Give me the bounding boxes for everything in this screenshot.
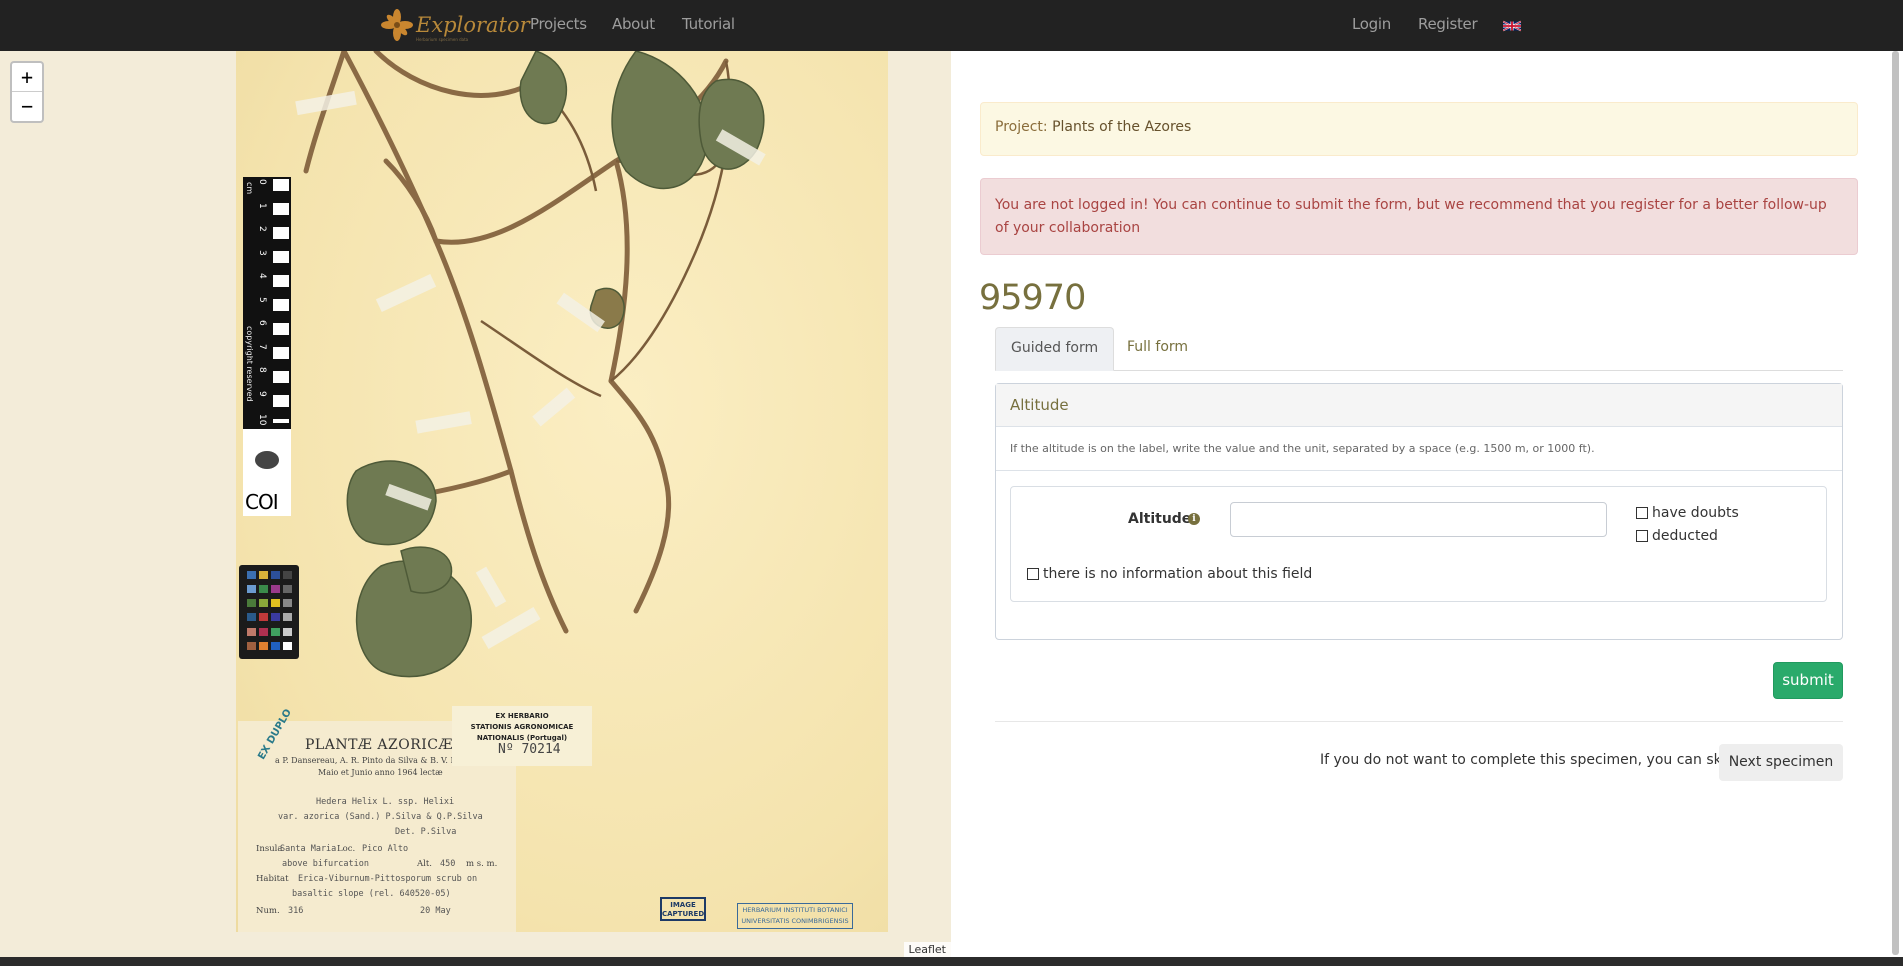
brand-name: Explorator Herbarium specimen data: [416, 12, 530, 42]
nav-about[interactable]: About: [612, 15, 655, 33]
leaflet-attribution-link[interactable]: Leaflet: [903, 942, 951, 957]
project-name-link[interactable]: Plants of the Azores: [1052, 119, 1191, 135]
zoom-in-button[interactable]: +: [12, 63, 42, 92]
label-number-field: Num.: [256, 906, 280, 916]
label-habitat: Erica-Viburnum-Pittosporum scrub on: [298, 874, 478, 884]
label-collectors: a P. Dansereau, A. R. Pinto da Silva & B…: [275, 756, 480, 765]
top-navbar: Explorator Herbarium specimen data Proje…: [0, 0, 1903, 51]
no-information-checkbox[interactable]: there is no information about this field: [1027, 566, 1312, 582]
scale-number: 0: [257, 179, 267, 185]
scale-number: 7: [257, 343, 267, 350]
bottom-bar: [0, 957, 1903, 966]
institution-tag: COI: [243, 429, 291, 516]
tab-guided-form[interactable]: Guided form: [995, 327, 1115, 371]
checkbox-label: there is no information about this field: [1043, 566, 1313, 582]
deducted-checkbox[interactable]: deducted: [1636, 528, 1718, 544]
skip-text: If you do not want to complete this spec…: [1320, 752, 1754, 768]
brand-logo[interactable]: Explorator Herbarium specimen data: [380, 5, 530, 45]
divider: [995, 721, 1843, 722]
zoom-control: + −: [10, 61, 44, 123]
label-number: 316: [288, 906, 304, 916]
label-altitude-unit: m s. m.: [466, 859, 498, 869]
ex-herbario-line: EX HERBARIO: [495, 712, 549, 720]
specimen-id-heading: 95970: [979, 278, 1086, 318]
scale-bar: [273, 179, 289, 423]
checkbox-box[interactable]: [1027, 568, 1039, 580]
brand-subtitle: Herbarium specimen data: [416, 36, 469, 42]
panel-help-text: If the altitude is on the label, write t…: [996, 427, 1842, 471]
scale-number: 1: [257, 202, 267, 209]
label-field-name: Insula: [256, 844, 283, 854]
herbarium-stamp-line: UNIVERSITATIS CONIMBRIGENSIS: [741, 917, 849, 925]
label-habitat-detail: basaltic slope (rel. 640520-05): [292, 889, 451, 899]
checkbox-box[interactable]: [1636, 507, 1648, 519]
scale-unit-label: cm: [245, 182, 254, 195]
scale-number: 9: [257, 390, 267, 397]
nav-login[interactable]: Login: [1352, 15, 1391, 33]
scrollbar-thumb[interactable]: [1892, 51, 1899, 955]
label-collection-date: 20 May: [420, 906, 451, 916]
institution-code: COI: [245, 490, 279, 514]
ex-herbario-number: Nº 70214: [498, 742, 561, 757]
submit-button[interactable]: submit: [1773, 662, 1843, 699]
image-captured-stamp: IMAGE CAPTURED: [660, 897, 706, 921]
label-locality: Pico Alto: [362, 844, 409, 854]
checkbox-label: deducted: [1652, 528, 1718, 544]
nav-register[interactable]: Register: [1418, 15, 1478, 33]
scale-number: 6: [257, 320, 267, 326]
scale-number: 4: [257, 273, 267, 279]
altitude-input[interactable]: [1230, 502, 1607, 537]
specimen-map-viewer[interactable]: copyright reserved cm 0 1 2 3 4 5 6 7 8 …: [0, 51, 951, 957]
scale-copyright-label: copyright reserved: [245, 326, 254, 402]
label-title: PLANTÆ AZORICÆ: [305, 737, 453, 753]
altitude-label: Altitude: [1128, 511, 1192, 527]
scale-number: 5: [257, 296, 267, 303]
zoom-out-button[interactable]: −: [12, 92, 42, 121]
herbarium-stamp-line: HERBARIUM INSTITUTI BOTANICI: [742, 906, 848, 914]
scale-number: 3: [257, 249, 267, 256]
ex-herbario-line: NATIONALIS (Portugal): [476, 734, 568, 742]
ex-herbario-line: STATIONIS AGRONOMICAE: [470, 723, 574, 731]
have-doubts-checkbox[interactable]: have doubts: [1636, 505, 1739, 521]
tab-full-form[interactable]: Full form: [1112, 327, 1203, 371]
herbarium-stamp: HERBARIUM INSTITUTI BOTANICI UNIVERSITAT…: [737, 903, 853, 929]
label-date: Maio et Junio anno 1964 lectæ: [318, 768, 443, 777]
label-altitude-value: 450: [440, 859, 456, 869]
scale-number: 2: [257, 226, 267, 232]
project-alert: Project: Plants of the Azores: [980, 102, 1858, 156]
label-variety: var. azorica (Sand.) P.Silva & Q.P.Silva: [278, 812, 483, 822]
label-field-name: Loc.: [337, 844, 356, 854]
checkbox-label: have doubts: [1652, 505, 1739, 521]
label-determiner: Det. P.Silva: [395, 827, 457, 837]
nav-projects[interactable]: Projects: [530, 15, 587, 33]
ex-herbario-stamp: EX HERBARIO STATIONIS AGRONOMICAE NATION…: [452, 706, 592, 766]
label-altitude-field: Alt.: [417, 859, 432, 869]
login-warning-alert: You are not logged in! You can continue …: [980, 178, 1858, 255]
project-prefix: Project:: [995, 119, 1048, 135]
next-specimen-button[interactable]: Next specimen: [1719, 744, 1843, 781]
label-field-name: Habitat: [256, 874, 289, 884]
panel-title: Altitude: [996, 384, 1842, 427]
label-taxon: Hedera Helix L. ssp. Helixi: [316, 797, 455, 807]
label-locality-detail: above bifurcation: [282, 859, 369, 869]
checkbox-box[interactable]: [1636, 530, 1648, 542]
label-island: Santa Maria: [280, 844, 337, 854]
info-icon[interactable]: i: [1188, 513, 1200, 525]
nav-tutorial[interactable]: Tutorial: [682, 15, 735, 33]
seal-icon: [255, 451, 279, 469]
color-calibration-card: [239, 565, 299, 659]
scale-number: 8: [257, 367, 267, 373]
uk-flag-icon[interactable]: [1503, 19, 1521, 33]
flower-logo-icon: [381, 9, 413, 41]
scale-numbers: 0 1 2 3 4 5 6 7 8 9 10: [257, 179, 269, 438]
